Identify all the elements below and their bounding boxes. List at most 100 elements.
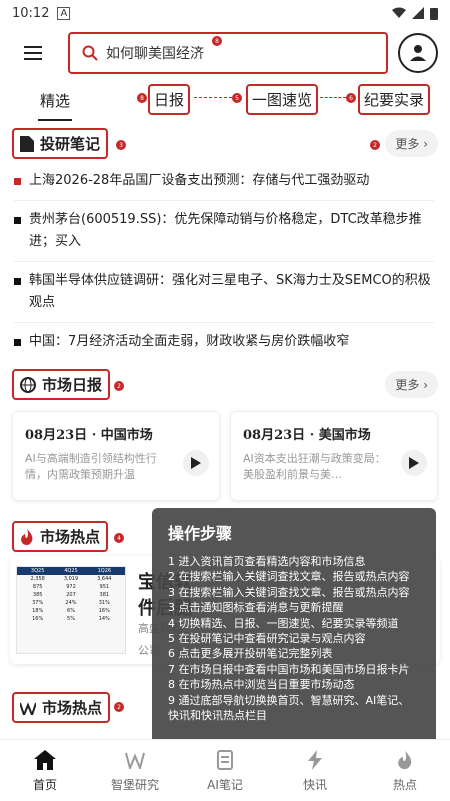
nav-hot[interactable]: 热点 <box>360 740 450 801</box>
section-title-text: 市场热点 <box>40 528 101 546</box>
daily-card-us[interactable]: 08月23日 · 美国市场 AI资本支出狂潮与政策变局：美股盈利前景与美… <box>230 411 438 501</box>
battery-icon <box>430 7 438 20</box>
thumb-cell: 381 <box>99 592 110 598</box>
step-item: 4 切换精选、日报、一图速览、纪要实录等频道 <box>168 616 399 630</box>
nav-label: AI笔记 <box>207 778 243 792</box>
fire-icon <box>393 748 417 772</box>
thumb-cell: 16% <box>32 616 44 622</box>
research-notes-title[interactable]: 投研笔记 <box>12 128 109 159</box>
more-label: 更多 <box>395 378 420 392</box>
list-item[interactable]: 上海2026-28年品国厂设备支出预测：存储与代工强劲驱动 <box>14 162 434 201</box>
nav-home[interactable]: 首页 <box>0 740 90 801</box>
thumb-cell: 207 <box>66 592 76 598</box>
document-icon <box>20 135 34 152</box>
annotation-badge: 4 <box>114 533 124 543</box>
play-icon <box>191 457 201 469</box>
nav-research[interactable]: 智堡研究 <box>90 740 180 801</box>
thumb-cell: 385 <box>32 592 43 598</box>
report-thumbnail: 3Q25 4Q25 1Q26 2,358 3,019 3,644 875 972 951… <box>16 566 126 654</box>
menu-icon <box>24 46 42 48</box>
thumb-header-row: 3Q25 4Q25 1Q26 <box>17 567 125 575</box>
status-bar: 10:12 A <box>0 0 450 26</box>
news-text: 贵州茅台(600519.SS)：优先保障动销与价格稳定，DTC改革稳步推进；买入 <box>29 212 422 249</box>
user-avatar-button[interactable] <box>398 33 438 73</box>
card-title: 08月23日 · 中国市场 <box>25 428 153 443</box>
dashed-connector <box>320 97 346 98</box>
thumb-row: 16% 5% 14% <box>17 615 125 623</box>
research-notes-more-button[interactable]: 更多 › <box>385 130 438 157</box>
step-item: 8 在市场热点中浏览当日重要市场动态 <box>168 678 355 692</box>
thumb-cell: 14% <box>98 616 110 622</box>
search-bar[interactable]: 8 <box>68 32 388 74</box>
nav-label: 首页 <box>32 778 57 792</box>
nav-flash[interactable]: 快讯 <box>270 740 360 801</box>
user-icon <box>410 45 426 61</box>
annotation-badge: 8 <box>212 36 222 46</box>
bullet <box>14 278 21 285</box>
annotation-badge: 5 <box>232 93 242 103</box>
more-label: 更多 <box>395 137 420 151</box>
wifi-icon <box>392 7 406 18</box>
thumb-cell: 24% <box>65 600 77 606</box>
thumb-cell: 1Q26 <box>97 568 112 574</box>
market-daily-title[interactable]: 市场日报 <box>12 369 111 400</box>
research-notes-list: 上海2026-28年品国厂设备支出预测：存储与代工强劲驱动 贵州茅台(60051… <box>0 162 450 361</box>
dashed-connector <box>194 97 232 98</box>
thumb-row: 2,358 3,019 3,644 <box>17 575 125 583</box>
annotation-badge: 2 <box>114 702 124 712</box>
step-item: 7 在市场日报中查看中国市场和美国市场日报卡片 <box>168 662 410 676</box>
section-title-text: 市场日报 <box>42 376 103 394</box>
thumb-cell: 2,358 <box>30 576 45 582</box>
news-text: 韩国半导体供应链调研：强化对三星电子、SK海力士及SEMCO的积极观点 <box>29 273 431 310</box>
menu-button[interactable] <box>24 39 52 67</box>
search-input[interactable] <box>106 45 346 61</box>
note-icon <box>213 748 237 772</box>
annotation-badge: 2 <box>370 140 380 150</box>
list-item[interactable]: 韩国半导体供应链调研：强化对三星电子、SK海力士及SEMCO的积极观点 <box>14 262 434 323</box>
thumb-cell: 37% <box>32 600 44 606</box>
market-daily-cards: 08月23日 · 中国市场 AI与高端制造引领结构性行情，内需政策预期升温 08… <box>0 411 450 501</box>
list-item[interactable]: 中国：7月经济活动全面走弱，财政收紧与房价跌幅收窄 <box>14 323 434 361</box>
thumb-row: 385 207 381 <box>17 591 125 599</box>
play-button[interactable] <box>183 450 209 476</box>
step-item: 2 在搜索栏输入关键词查找文章、报告或热点内容 <box>168 570 410 584</box>
news-text: 上海2026-28年品国厂设备支出预测：存储与代工强劲驱动 <box>29 173 370 188</box>
tab-quick-view[interactable]: 一图速览 <box>246 84 319 115</box>
market-hot-title[interactable]: 市场热点 <box>12 521 109 552</box>
status-icons <box>392 7 438 20</box>
research-logo-icon <box>20 701 36 715</box>
market-daily-header: 市场日报 2 更多 › <box>12 367 438 403</box>
market-daily-more-button[interactable]: 更多 › <box>385 371 438 398</box>
annotation-badge: 8 <box>137 93 147 103</box>
tab-featured[interactable]: 精选 <box>37 90 73 121</box>
step-item: 1 进入资讯首页查看精选内容和市场信息 <box>168 555 366 568</box>
list-item[interactable]: 贵州茅台(600519.SS)：优先保障动销与价格稳定，DTC改革稳步推进；买入 <box>14 201 434 262</box>
channel-tabs: 精选 8 日报 5 一图速览 6 纪要实录 <box>0 82 450 126</box>
thumb-cell: 4Q25 <box>64 568 78 574</box>
bullet <box>14 178 21 185</box>
thumb-cell: 31% <box>98 600 110 606</box>
notification-icon: A <box>57 6 71 20</box>
research-icon <box>123 748 147 772</box>
status-time: 10:12 <box>12 5 50 21</box>
card-title: 08月23日 · 美国市场 <box>243 428 371 443</box>
section-title-text: 市场热点 <box>42 699 103 717</box>
fire-icon <box>21 528 33 545</box>
thumb-row: 18% 6% 16% <box>17 607 125 615</box>
annotation-badge: 2 <box>114 381 124 391</box>
tab-daily[interactable]: 日报 <box>148 84 191 115</box>
thumb-cell: 3,019 <box>63 576 79 582</box>
news-text: 中国：7月经济活动全面走弱，财政收紧与房价跌幅收窄 <box>29 334 350 349</box>
tab-records[interactable]: 纪要实录 <box>358 84 431 115</box>
globe-icon <box>20 376 36 393</box>
market-hot-title-2[interactable]: 市场热点 <box>12 692 111 723</box>
play-button[interactable] <box>401 450 427 476</box>
section-title-text: 投研笔记 <box>40 135 101 153</box>
flash-icon <box>303 748 327 772</box>
thumb-cell: 18% <box>32 608 44 614</box>
bullet <box>14 339 21 346</box>
thumb-cell: 3Q25 <box>30 568 45 574</box>
daily-card-china[interactable]: 08月23日 · 中国市场 AI与高端制造引领结构性行情，内需政策预期升温 <box>12 411 220 501</box>
step-item: 6 点击更多展开投研笔记完整列表 <box>168 647 333 661</box>
nav-ai-notes[interactable]: AI笔记 <box>180 740 270 801</box>
